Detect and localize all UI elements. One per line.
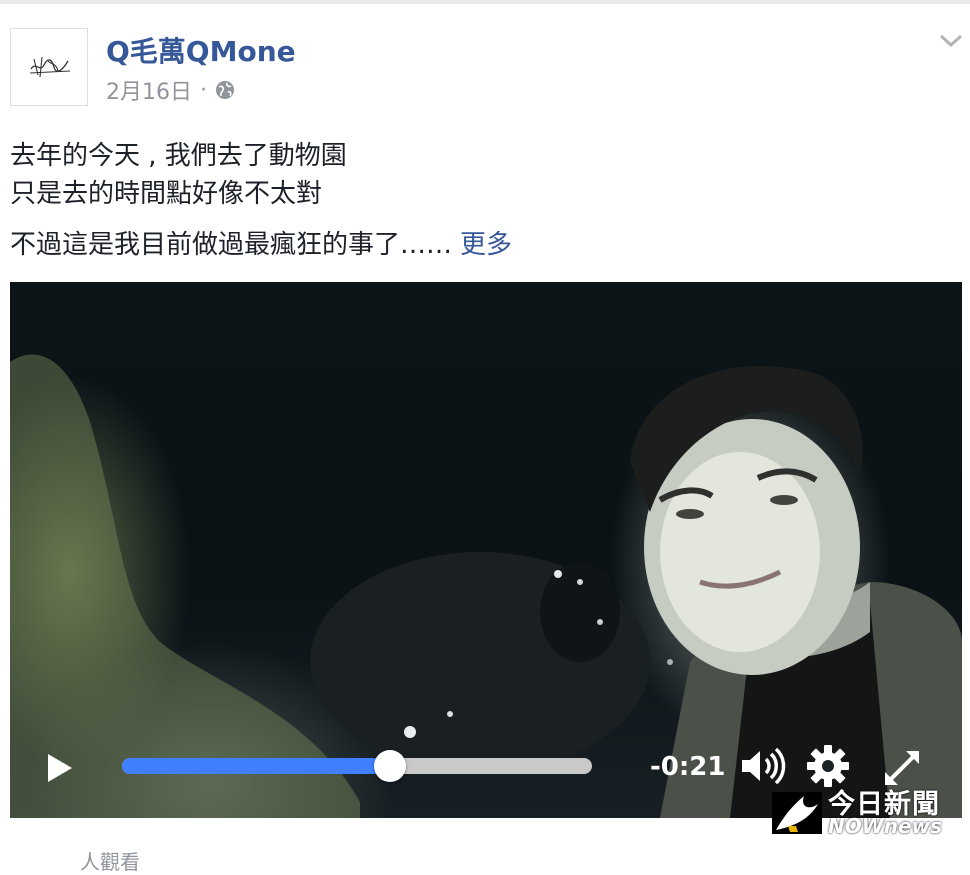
- progress-bar[interactable]: [122, 750, 592, 782]
- chevron-down-icon[interactable]: [938, 30, 964, 50]
- volume-icon[interactable]: [740, 746, 786, 786]
- play-icon[interactable]: [46, 752, 74, 784]
- nownews-logo-icon: [772, 792, 822, 834]
- video-frame: [10, 354, 962, 818]
- page-avatar[interactable]: [10, 28, 88, 106]
- post-text-line-1: 去年的今天 , 我們去了動物園: [10, 141, 347, 171]
- post-text-line-2: 只是去的時間點好像不太對: [10, 179, 323, 209]
- post-meta: 2月16日 ·: [106, 74, 235, 106]
- view-count-partial: 人觀看: [80, 850, 140, 874]
- post-text-line-3: 不過這是我目前做過最瘋狂的事了…… 更多: [10, 224, 512, 261]
- signature-logo: [29, 56, 71, 78]
- watermark-english: NOWnews: [828, 814, 942, 838]
- progress-handle[interactable]: [373, 750, 406, 782]
- remaining-time: -0:21: [650, 752, 726, 782]
- post-date[interactable]: 2月16日: [106, 74, 192, 106]
- nownews-watermark: 今日新聞 NOWnews: [770, 784, 950, 838]
- top-divider: [0, 0, 970, 4]
- page-name-link[interactable]: Q毛萬QMone: [106, 30, 296, 70]
- globe-icon[interactable]: [215, 80, 235, 100]
- see-more-link[interactable]: 更多: [460, 230, 512, 260]
- meta-separator: ·: [200, 77, 207, 103]
- progress-fill: [122, 758, 390, 774]
- post-text-line-3-text: 不過這是我目前做過最瘋狂的事了……: [10, 230, 453, 260]
- video-player[interactable]: -0:21: [10, 282, 962, 818]
